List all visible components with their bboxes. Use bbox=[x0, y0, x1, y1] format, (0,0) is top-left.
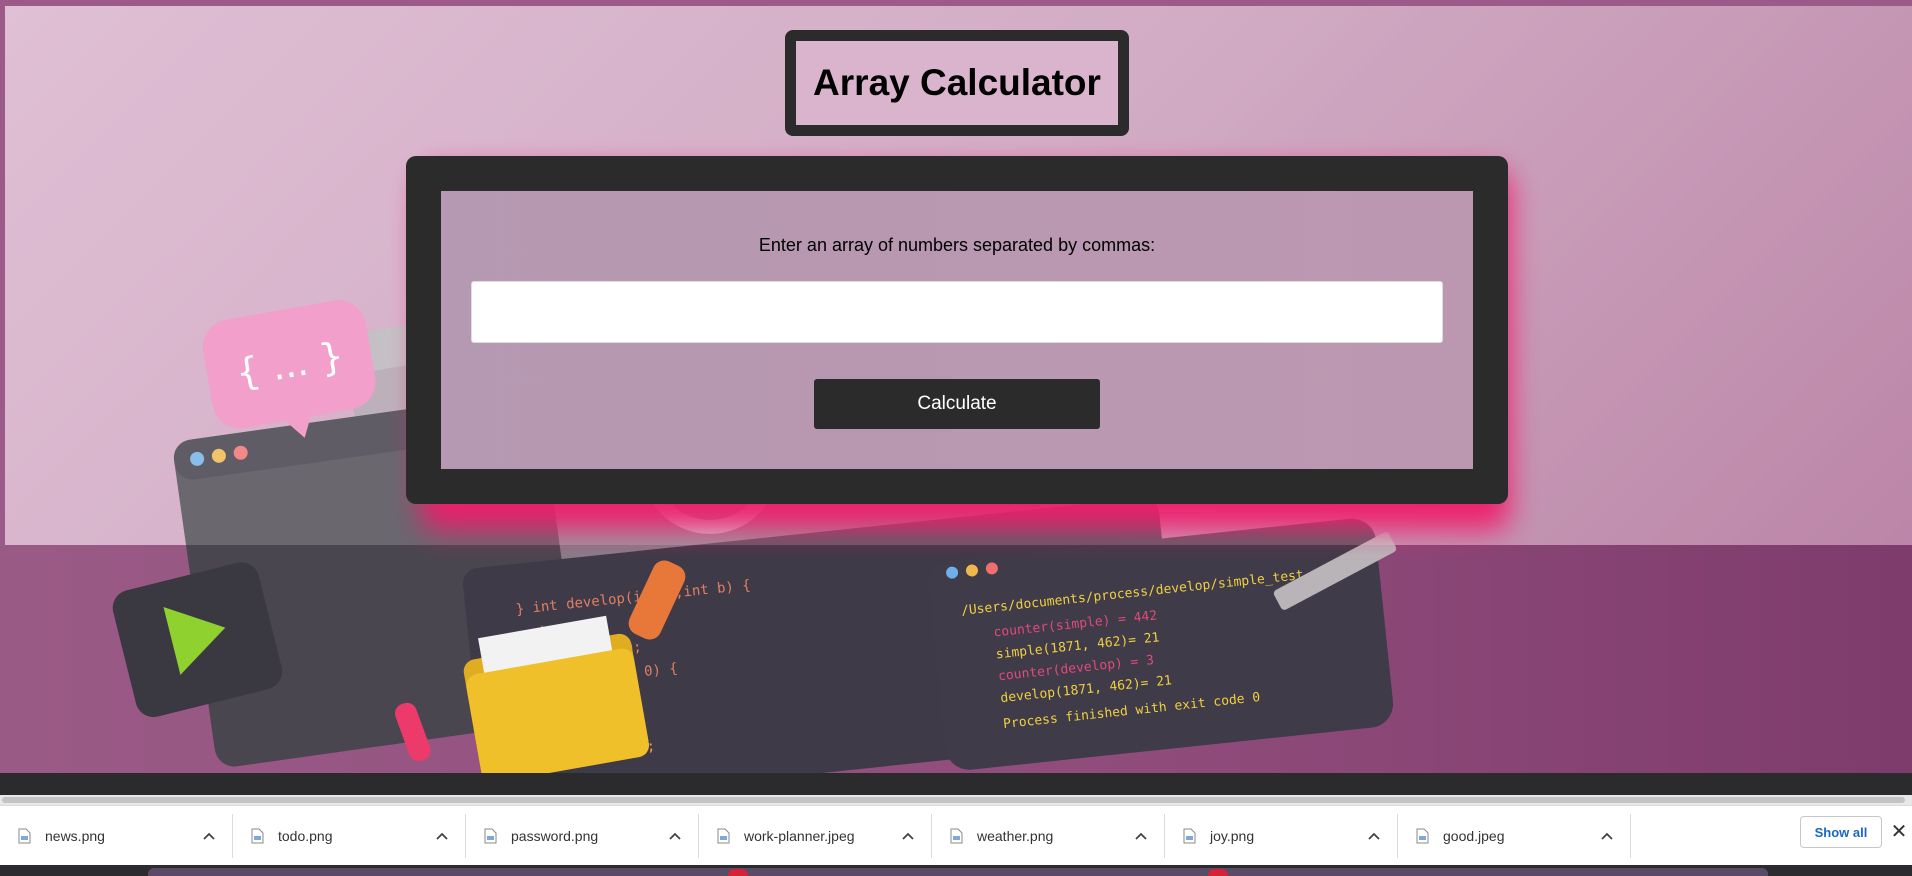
chevron-up-icon[interactable] bbox=[1600, 831, 1614, 841]
page-title: Array Calculator bbox=[813, 62, 1101, 103]
download-item[interactable]: weather.png bbox=[932, 813, 1165, 858]
calculator-panel: Enter an array of numbers separated by c… bbox=[441, 191, 1473, 469]
title-panel: Array Calculator bbox=[796, 41, 1118, 125]
download-item[interactable]: work-planner.jpeg bbox=[699, 813, 932, 858]
download-filename: joy.png bbox=[1210, 827, 1255, 844]
download-filename: weather.png bbox=[977, 827, 1054, 844]
file-icon bbox=[1183, 828, 1196, 844]
file-icon bbox=[1416, 828, 1429, 844]
file-icon bbox=[950, 828, 963, 844]
download-filename: good.jpeg bbox=[1443, 827, 1505, 844]
chevron-up-icon[interactable] bbox=[668, 831, 682, 841]
file-icon bbox=[484, 828, 497, 844]
array-input-label: Enter an array of numbers separated by c… bbox=[758, 235, 1156, 255]
file-icon bbox=[251, 828, 264, 844]
download-filename: todo.png bbox=[278, 827, 333, 844]
scrollbar-thumb[interactable] bbox=[2, 797, 1905, 803]
downloads-shelf: news.png todo.png password.png work-plan… bbox=[0, 805, 1912, 865]
chevron-up-icon[interactable] bbox=[435, 831, 449, 841]
download-item[interactable]: todo.png bbox=[233, 813, 466, 858]
file-icon bbox=[18, 828, 31, 844]
page-left-strip bbox=[0, 0, 5, 545]
dock-app-icon[interactable] bbox=[728, 869, 748, 876]
dock-bar bbox=[148, 868, 1768, 876]
download-filename: password.png bbox=[511, 827, 599, 844]
chevron-up-icon[interactable] bbox=[1367, 831, 1381, 841]
download-filename: work-planner.jpeg bbox=[744, 827, 855, 844]
download-item[interactable]: password.png bbox=[466, 813, 699, 858]
chevron-up-icon[interactable] bbox=[901, 831, 915, 841]
array-input[interactable] bbox=[471, 281, 1443, 343]
page-background: { ... } } int develop(int a,int b) { int… bbox=[0, 0, 1912, 773]
chevron-up-icon[interactable] bbox=[1134, 831, 1148, 841]
title-frame: Array Calculator bbox=[785, 30, 1129, 136]
file-icon bbox=[717, 828, 730, 844]
calculator-card: Enter an array of numbers separated by c… bbox=[406, 156, 1508, 504]
download-item[interactable]: good.jpeg bbox=[1398, 813, 1631, 858]
close-icon[interactable]: ✕ bbox=[1890, 822, 1908, 842]
dock-app-icon[interactable] bbox=[1208, 869, 1228, 876]
chevron-up-icon[interactable] bbox=[202, 831, 216, 841]
show-all-button[interactable]: Show all bbox=[1800, 816, 1882, 848]
calculate-button[interactable]: Calculate bbox=[814, 379, 1100, 429]
download-item[interactable]: joy.png bbox=[1165, 813, 1398, 858]
download-filename: news.png bbox=[45, 827, 105, 844]
download-item[interactable]: news.png bbox=[0, 813, 233, 858]
